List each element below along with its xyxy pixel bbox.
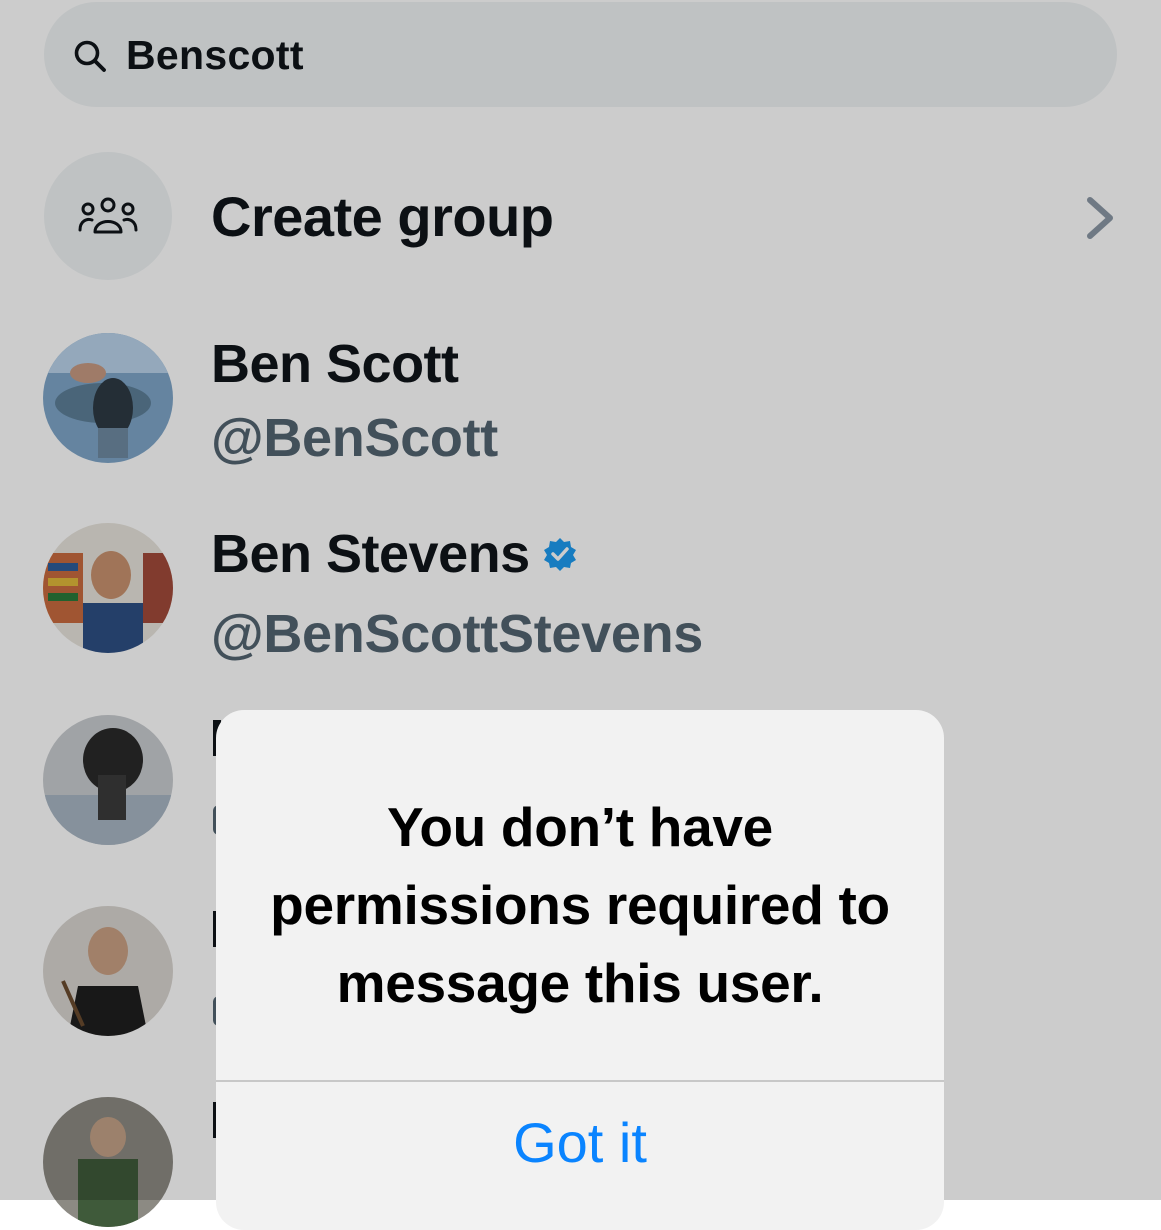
permission-alert-dialog: You don’t have permissions required to m… [216, 710, 944, 1230]
got-it-button[interactable]: Got it [216, 1082, 944, 1202]
new-message-screen: Benscott Create group Ben Scott @BenScot… [0, 0, 1161, 1230]
alert-message: You don’t have permissions required to m… [270, 796, 890, 1014]
